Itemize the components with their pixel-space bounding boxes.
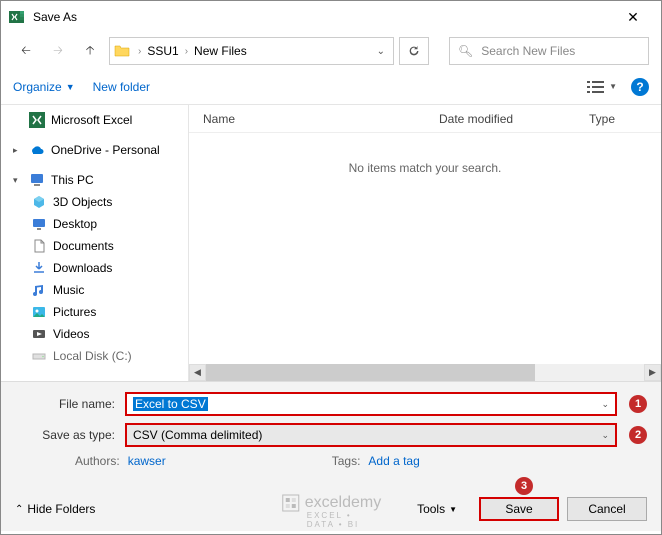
up-button[interactable]: 🡡 xyxy=(77,38,103,64)
search-input[interactable]: 🔍︎ Search New Files xyxy=(449,37,649,65)
sidebar-item-thispc[interactable]: ▾ This PC xyxy=(1,169,188,191)
breadcrumb-ssu1[interactable]: SSU1 xyxy=(143,44,182,58)
save-panel: File name: Excel to CSV ⌄ 1 Save as type… xyxy=(1,381,661,531)
help-button[interactable]: ? xyxy=(631,78,649,96)
chevron-down-icon: ▼ xyxy=(66,82,75,92)
cancel-button[interactable]: Cancel xyxy=(567,497,647,521)
videos-icon xyxy=(31,326,47,342)
explorer-body: Microsoft Excel ▸ OneDrive - Personal ▾ … xyxy=(1,105,661,381)
column-headers: Name Date modified Type xyxy=(189,105,661,133)
pictures-icon xyxy=(31,304,47,320)
savetype-dropdown[interactable]: CSV (Comma delimited) ⌄ xyxy=(125,423,617,447)
callout-1: 1 xyxy=(629,395,647,413)
chevron-down-icon: ▼ xyxy=(449,505,457,514)
search-placeholder: Search New Files xyxy=(481,44,575,58)
sidebar-item-3dobjects[interactable]: 3D Objects xyxy=(1,191,188,213)
savetype-value: CSV (Comma delimited) xyxy=(133,428,262,442)
authors-link[interactable]: kawser xyxy=(128,454,166,468)
desktop-icon xyxy=(31,216,47,232)
refresh-button[interactable] xyxy=(399,37,429,65)
view-mode-button[interactable]: ▼ xyxy=(587,80,617,94)
details-view-icon xyxy=(587,80,607,94)
excel-icon xyxy=(29,112,45,128)
breadcrumb-newfiles[interactable]: New Files xyxy=(190,44,251,58)
callout-2: 2 xyxy=(629,426,647,444)
search-icon: 🔍︎ xyxy=(458,44,473,58)
column-name[interactable]: Name xyxy=(189,112,439,126)
address-bar[interactable]: › SSU1 › New Files ⌄ xyxy=(109,37,394,65)
filename-label: File name: xyxy=(15,397,125,411)
sidebar-item-videos[interactable]: Videos xyxy=(1,323,188,345)
empty-message: No items match your search. xyxy=(189,133,661,175)
chevron-right-icon: › xyxy=(183,46,190,57)
excel-app-icon xyxy=(9,9,25,25)
chevron-down-icon[interactable]: ⌄ xyxy=(601,430,609,441)
chevron-down-icon[interactable]: ⌄ xyxy=(601,399,609,410)
onedrive-icon xyxy=(29,142,45,158)
new-folder-button[interactable]: New folder xyxy=(93,80,150,94)
toolbar: Organize ▼ New folder ▼ ? xyxy=(1,69,661,105)
hide-folders-button[interactable]: ⌃ Hide Folders xyxy=(15,502,95,516)
address-dropdown-icon[interactable]: ⌄ xyxy=(373,46,389,57)
filename-value: Excel to CSV xyxy=(133,397,208,411)
organize-button[interactable]: Organize ▼ xyxy=(13,80,75,94)
save-button[interactable]: Save xyxy=(479,497,559,521)
sidebar-item-excel[interactable]: Microsoft Excel xyxy=(1,109,188,131)
titlebar: Save As ✕ xyxy=(1,1,661,33)
chevron-right-icon: › xyxy=(136,46,143,57)
chevron-up-icon: ⌃ xyxy=(15,504,23,515)
sidebar-item-desktop[interactable]: Desktop xyxy=(1,213,188,235)
scroll-right-icon[interactable]: ▶ xyxy=(644,364,661,381)
downloads-icon xyxy=(31,260,47,276)
expand-icon[interactable]: ▸ xyxy=(13,145,23,156)
documents-icon xyxy=(31,238,47,254)
sidebar-item-onedrive[interactable]: ▸ OneDrive - Personal xyxy=(1,139,188,161)
forward-button: 🡢 xyxy=(45,38,71,64)
music-icon xyxy=(31,282,47,298)
sidebar-item-downloads[interactable]: Downloads xyxy=(1,257,188,279)
folder-icon xyxy=(114,43,130,59)
tags-label: Tags: xyxy=(332,454,361,468)
column-date[interactable]: Date modified xyxy=(439,112,589,126)
tools-button[interactable]: Tools ▼ xyxy=(417,502,457,516)
column-type[interactable]: Type xyxy=(589,112,661,126)
close-button[interactable]: ✕ xyxy=(613,9,653,26)
sidebar: Microsoft Excel ▸ OneDrive - Personal ▾ … xyxy=(1,105,189,381)
3d-icon xyxy=(31,194,47,210)
sidebar-item-music[interactable]: Music xyxy=(1,279,188,301)
sidebar-item-localdisk[interactable]: Local Disk (C:) xyxy=(1,345,188,367)
callout-3: 3 xyxy=(515,477,533,495)
window-title: Save As xyxy=(33,10,613,24)
scroll-thumb[interactable] xyxy=(206,364,535,381)
sidebar-item-pictures[interactable]: Pictures xyxy=(1,301,188,323)
filename-input[interactable]: Excel to CSV ⌄ xyxy=(125,392,617,416)
file-list: Name Date modified Type No items match y… xyxy=(189,105,661,381)
savetype-label: Save as type: xyxy=(15,428,125,442)
pc-icon xyxy=(29,172,45,188)
chevron-down-icon: ▼ xyxy=(609,82,617,91)
sidebar-item-documents[interactable]: Documents xyxy=(1,235,188,257)
back-button[interactable]: 🡠 xyxy=(13,38,39,64)
refresh-icon xyxy=(407,44,421,58)
tags-link[interactable]: Add a tag xyxy=(368,454,419,468)
horizontal-scrollbar[interactable]: ◀ ▶ xyxy=(189,364,661,381)
collapse-icon[interactable]: ▾ xyxy=(13,175,23,186)
scroll-left-icon[interactable]: ◀ xyxy=(189,364,206,381)
navbar: 🡠 🡢 🡡 › SSU1 › New Files ⌄ 🔍︎ Search New… xyxy=(1,33,661,69)
disk-icon xyxy=(31,348,47,364)
authors-label: Authors: xyxy=(75,454,120,468)
